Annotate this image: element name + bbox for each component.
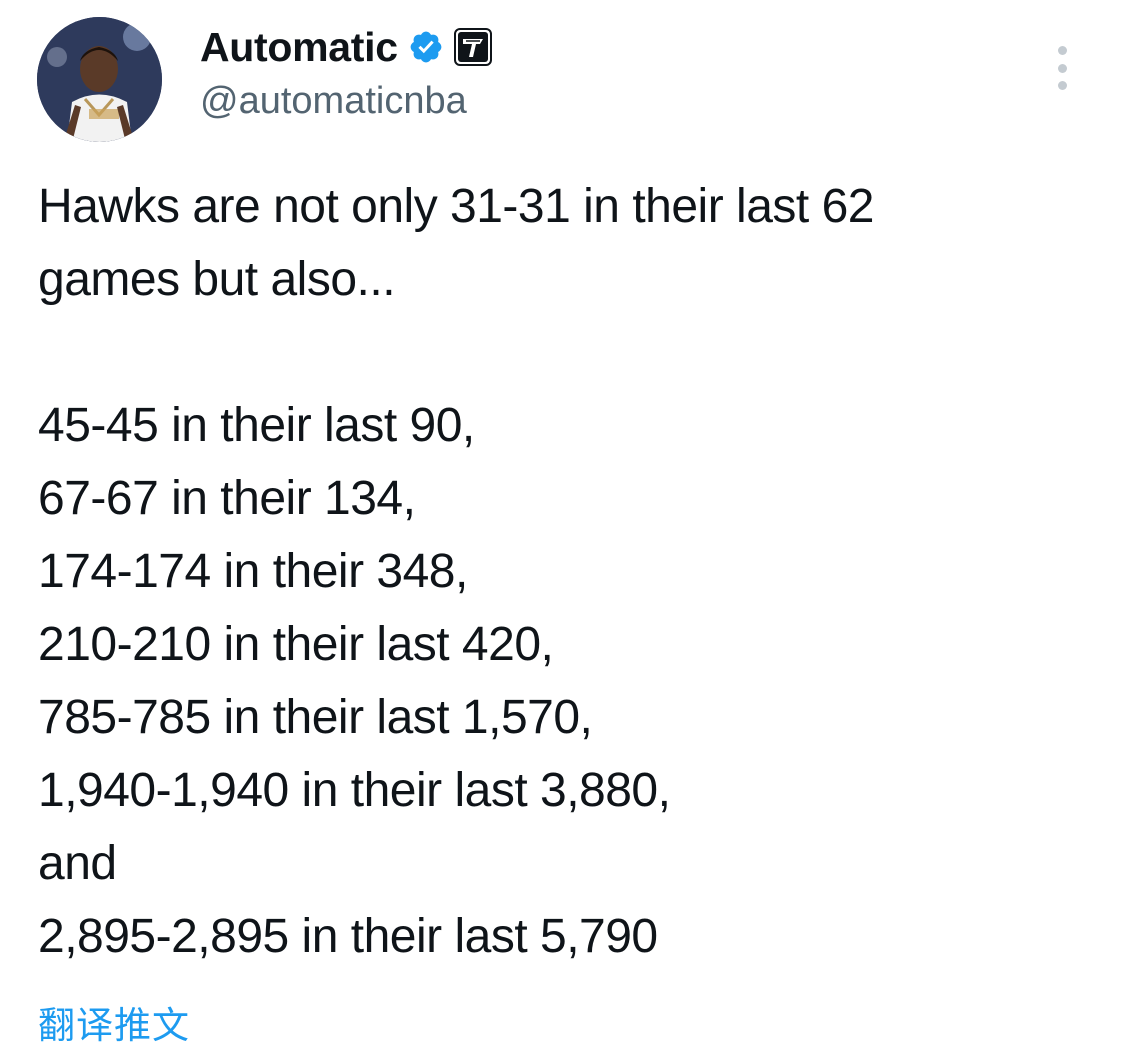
author-name-row: Automatic — [200, 22, 492, 72]
tweet-line: games but also... — [38, 253, 396, 306]
avatar-image — [37, 17, 162, 142]
tweet-line: Hawks are not only 31-31 in their last 6… — [38, 180, 874, 233]
verified-check-icon[interactable] — [408, 29, 444, 65]
tweet-line: 2,895-2,895 in their last 5,790 — [38, 910, 658, 963]
tweet-line: 210-210 in their last 420, — [38, 618, 554, 671]
avatar[interactable] — [37, 17, 162, 142]
tweet-line: 67-67 in their 134, — [38, 472, 416, 525]
more-options-icon[interactable] — [1044, 40, 1080, 96]
tweet-line: 45-45 in their last 90, — [38, 399, 475, 452]
translate-tweet-link[interactable]: 翻译推文 — [38, 995, 190, 1049]
more-dot — [1057, 46, 1067, 55]
display-name[interactable]: Automatic — [200, 24, 398, 71]
affiliate-badge-icon[interactable] — [453, 28, 492, 66]
more-dot — [1057, 81, 1067, 90]
tweet-line: 785-785 in their last 1,570, — [38, 691, 593, 744]
author-handle[interactable]: @automaticnba — [200, 80, 467, 123]
tweet: Automatic @automaticnba Hawks are not on… — [0, 0, 1124, 1064]
tweet-text: Hawks are not only 31-31 in their last 6… — [38, 170, 1098, 973]
tweet-line: 174-174 in their 348, — [38, 545, 468, 598]
tweet-line: and — [38, 837, 117, 890]
tweet-line: 1,940-1,940 in their last 3,880, — [38, 764, 671, 817]
more-dot — [1057, 63, 1067, 73]
